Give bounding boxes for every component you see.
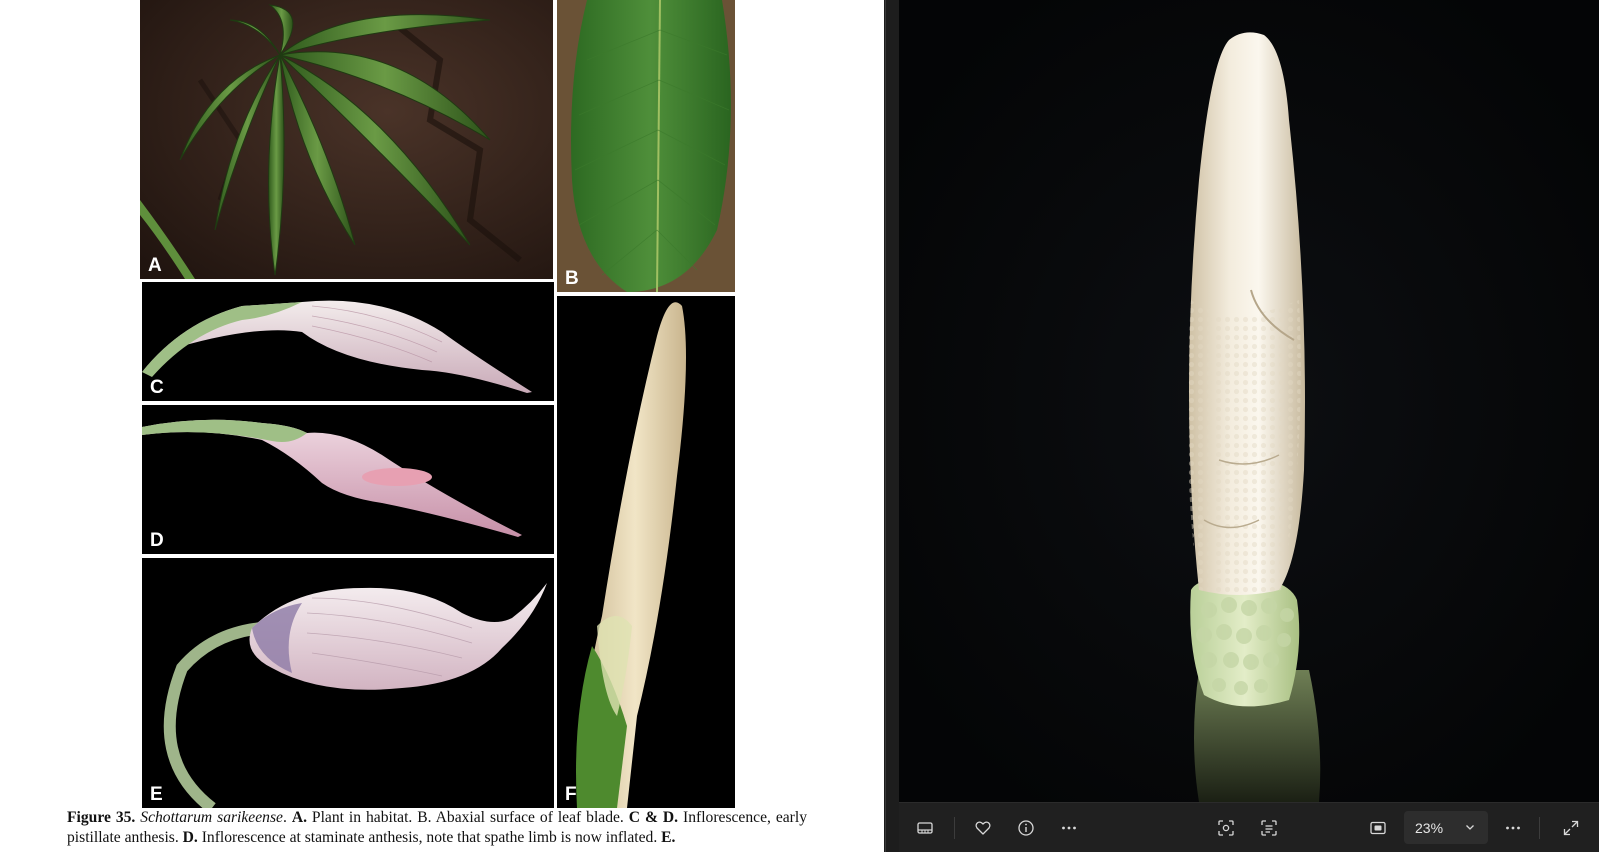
info-icon [1018,820,1034,836]
fit-to-window-icon [1370,821,1386,835]
visual-search-button[interactable] [1210,812,1242,844]
document-page: A B C D E F Figure 35. Schottarum sarike… [0,0,884,852]
spadix-closeup-image [557,296,735,808]
panel-label-a: A [148,255,162,276]
figure-panel-c: C [142,282,554,401]
toolbar-separator [1539,817,1540,839]
fullscreen-button[interactable] [1555,812,1587,844]
panel-label-f: F [565,784,577,805]
caption-figure-number: Figure 35. [67,809,136,826]
caption-label-d: D. [182,829,198,846]
more-icon [1506,826,1520,830]
figure-caption: Figure 35. Schottarum sarikeense. A. Pla… [67,808,807,848]
scan-text-button[interactable] [1253,812,1285,844]
window-divider[interactable] [884,0,899,852]
caption-label-cd: C & D. [628,809,679,826]
window-divider-line [885,0,886,852]
caption-text-d: Inflorescence at staminate anthesis, not… [197,829,662,846]
heart-icon [975,821,991,835]
figure-panel-f: F [557,296,735,808]
viewer-image[interactable] [899,0,1599,802]
plant-habitat-image [140,0,553,279]
caption-period: . [282,809,287,826]
file-info-button[interactable] [1010,812,1042,844]
panel-label-b: B [565,268,579,289]
zoom-dropdown[interactable]: 23% [1404,811,1488,844]
caption-label-e: E. [661,829,676,846]
panel-label-e: E [150,784,163,805]
chevron-down-icon [1466,825,1474,830]
inflorescence-inflated-image [142,558,554,808]
favorite-button[interactable] [967,812,999,844]
leaf-blade-image [557,0,735,292]
scan-text-icon [1261,820,1277,836]
more-options-button-right[interactable] [1497,812,1529,844]
caption-label-a: A. [291,809,307,826]
fullscreen-icon [1563,820,1579,836]
figure-panel-e: E [142,558,554,808]
more-icon [1062,826,1076,830]
photo-viewer [899,0,1599,852]
inflorescence-staminate-image [142,405,554,554]
caption-species-name: Schottarum sarikeense [140,809,283,826]
figure-panel-b: B [557,0,735,292]
inflorescence-early-image [142,282,554,401]
zoom-level: 23% [1415,819,1444,836]
visual-search-icon [1218,820,1234,836]
filmstrip-button[interactable] [909,812,941,844]
panel-label-c: C [150,377,164,398]
panel-label-d: D [150,530,164,551]
toolbar-separator [954,817,955,839]
caption-text-a: Plant in habitat. B. Abaxial surface of … [306,809,629,826]
fit-to-window-button[interactable] [1362,812,1394,844]
more-options-button-left[interactable] [1053,812,1085,844]
viewer-toolbar: 23% [899,802,1599,852]
filmstrip-icon [917,822,933,834]
figure-panel-d: D [142,405,554,554]
figure-panel-a: A [140,0,553,279]
